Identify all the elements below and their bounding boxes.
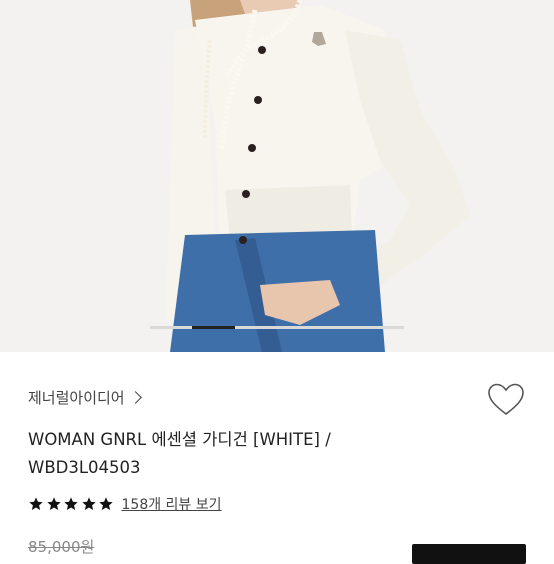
brand-name: 제너럴아이디어: [28, 388, 125, 407]
buy-button[interactable]: [412, 544, 526, 564]
star-icon: [46, 497, 61, 510]
rating-row: 158개 리뷰 보기: [28, 494, 222, 514]
product-title: WOMAN GNRL 에센셜 가디건 [WHITE] / WBD3L04503: [28, 426, 448, 482]
rating-stars: [28, 496, 116, 512]
product-image-carousel[interactable]: [0, 0, 554, 352]
carousel-progress-track: [150, 326, 404, 329]
heart-outline-icon[interactable]: [486, 380, 526, 420]
brand-link[interactable]: 제너럴아이디어: [28, 382, 142, 412]
review-link[interactable]: 158개 리뷰 보기: [122, 494, 222, 514]
star-icon: [29, 497, 43, 510]
star-icon: [64, 497, 78, 510]
carousel-progress-fill: [192, 326, 235, 329]
chevron-right-icon: [128, 390, 142, 404]
star-icon: [81, 497, 96, 510]
star-icon: [99, 497, 113, 510]
product-photo: [0, 0, 554, 352]
product-title-line1: WOMAN GNRL 에센셜 가디건 [WHITE] /: [28, 430, 331, 449]
product-title-line2: WBD3L04503: [28, 458, 141, 477]
